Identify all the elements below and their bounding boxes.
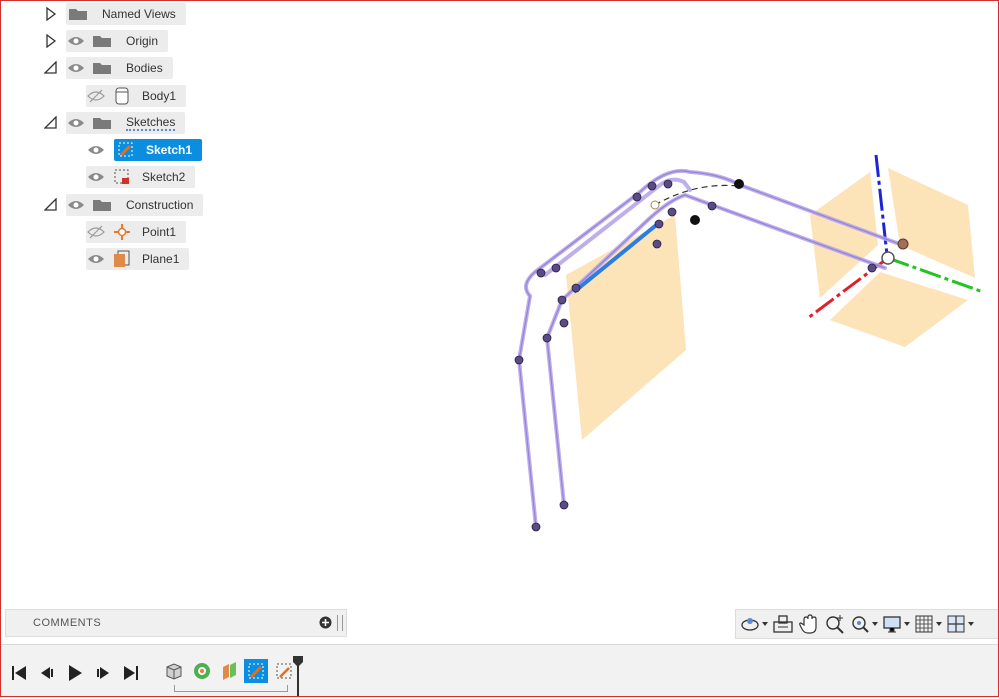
first-icon[interactable] [9, 663, 29, 683]
body-icon [112, 87, 132, 105]
sketch-point-black-1[interactable] [734, 179, 744, 189]
visibility-eye-icon[interactable] [66, 115, 86, 131]
tree-node-body1[interactable]: Body1 [86, 85, 187, 107]
collapse-construction-icon[interactable] [44, 197, 58, 213]
hidden-eye-icon[interactable] [86, 88, 106, 104]
viewports-icon[interactable] [946, 612, 974, 636]
zoom-icon[interactable] [824, 612, 846, 636]
browser-tree: Named Views Origin Bodies Body1 Sketches [0, 0, 260, 280]
fit-icon[interactable] [850, 612, 878, 636]
body-feature-icon[interactable] [162, 659, 186, 683]
point-feature-icon[interactable] [190, 659, 214, 683]
tree-node-sketch2[interactable]: Sketch2 [86, 166, 196, 188]
sketch1-feature-icon[interactable] [244, 659, 268, 683]
plane-feature-icon[interactable] [218, 659, 242, 683]
collapse-sketches-icon[interactable] [44, 115, 58, 131]
tree-node-label: Plane1 [142, 252, 180, 266]
construction-plane-right-a[interactable] [810, 172, 878, 298]
visibility-eye-icon[interactable] [86, 142, 106, 158]
tree-node-bodies[interactable]: Bodies [66, 57, 173, 79]
comments-panel[interactable]: COMMENTS [5, 609, 347, 637]
arc-center-point[interactable] [650, 200, 660, 210]
previous-icon[interactable] [37, 663, 57, 683]
folder-icon [92, 32, 112, 50]
grid-settings-icon[interactable] [914, 612, 942, 636]
tree-node-sketch1-row[interactable] [86, 139, 106, 161]
look-at-icon[interactable] [772, 612, 794, 636]
tree-node-origin[interactable]: Origin [66, 30, 169, 52]
tree-node-sketch1[interactable]: Sketch1 [114, 139, 203, 161]
tree-node-named-views[interactable]: Named Views [66, 3, 186, 25]
tree-node-label: Sketch2 [142, 170, 186, 184]
tree-node-label: Point1 [142, 225, 177, 239]
visibility-eye-icon[interactable] [66, 197, 86, 213]
tree-node-label: Construction [126, 198, 194, 212]
tree-node-label: Bodies [126, 61, 163, 75]
sketch-icon [112, 168, 132, 186]
sketch-point-black-2[interactable] [690, 215, 700, 225]
tree-node-construction[interactable]: Construction [66, 194, 204, 216]
tree-node-label: Sketch1 [146, 143, 193, 157]
origin-point[interactable] [881, 251, 895, 265]
tree-node-point1[interactable]: Point1 [86, 221, 187, 243]
visibility-eye-icon[interactable] [66, 33, 86, 49]
construction-plane-right-c[interactable] [830, 272, 968, 347]
folder-icon [92, 196, 112, 214]
folder-icon [92, 114, 112, 132]
construction-plane-icon [112, 250, 132, 268]
timeline-track [174, 685, 288, 692]
expand-named-views-icon[interactable] [44, 6, 58, 22]
panel-grip-icon[interactable] [337, 615, 343, 631]
timeline-marker-icon[interactable] [292, 656, 304, 696]
tree-node-sketches[interactable]: Sketches [66, 112, 186, 134]
last-icon[interactable] [121, 663, 141, 683]
tree-node-label: Sketches [126, 115, 176, 131]
pan-icon[interactable] [798, 612, 820, 636]
comments-title: COMMENTS [33, 617, 102, 629]
sketch-icon [116, 141, 136, 159]
add-comment-icon[interactable] [319, 616, 332, 629]
next-icon[interactable] [93, 663, 113, 683]
sketch-point-brown[interactable] [897, 238, 909, 250]
construction-point-icon [112, 223, 132, 241]
play-icon[interactable] [65, 663, 85, 683]
navigation-toolbar [735, 609, 999, 639]
timeline-bar [0, 644, 999, 698]
tree-node-label: Named Views [102, 7, 176, 21]
display-settings-icon[interactable] [882, 612, 910, 636]
tree-node-label: Body1 [142, 89, 177, 103]
visibility-eye-icon[interactable] [86, 251, 106, 267]
visibility-eye-icon[interactable] [66, 60, 86, 76]
tree-node-plane1[interactable]: Plane1 [86, 248, 190, 270]
folder-icon [68, 5, 88, 23]
hidden-eye-icon[interactable] [86, 224, 106, 240]
visibility-eye-icon[interactable] [86, 169, 106, 185]
expand-origin-icon[interactable] [44, 33, 58, 49]
tree-node-label: Origin [126, 34, 159, 48]
orbit-icon[interactable] [740, 612, 768, 636]
collapse-bodies-icon[interactable] [44, 60, 58, 76]
folder-icon [92, 59, 112, 77]
